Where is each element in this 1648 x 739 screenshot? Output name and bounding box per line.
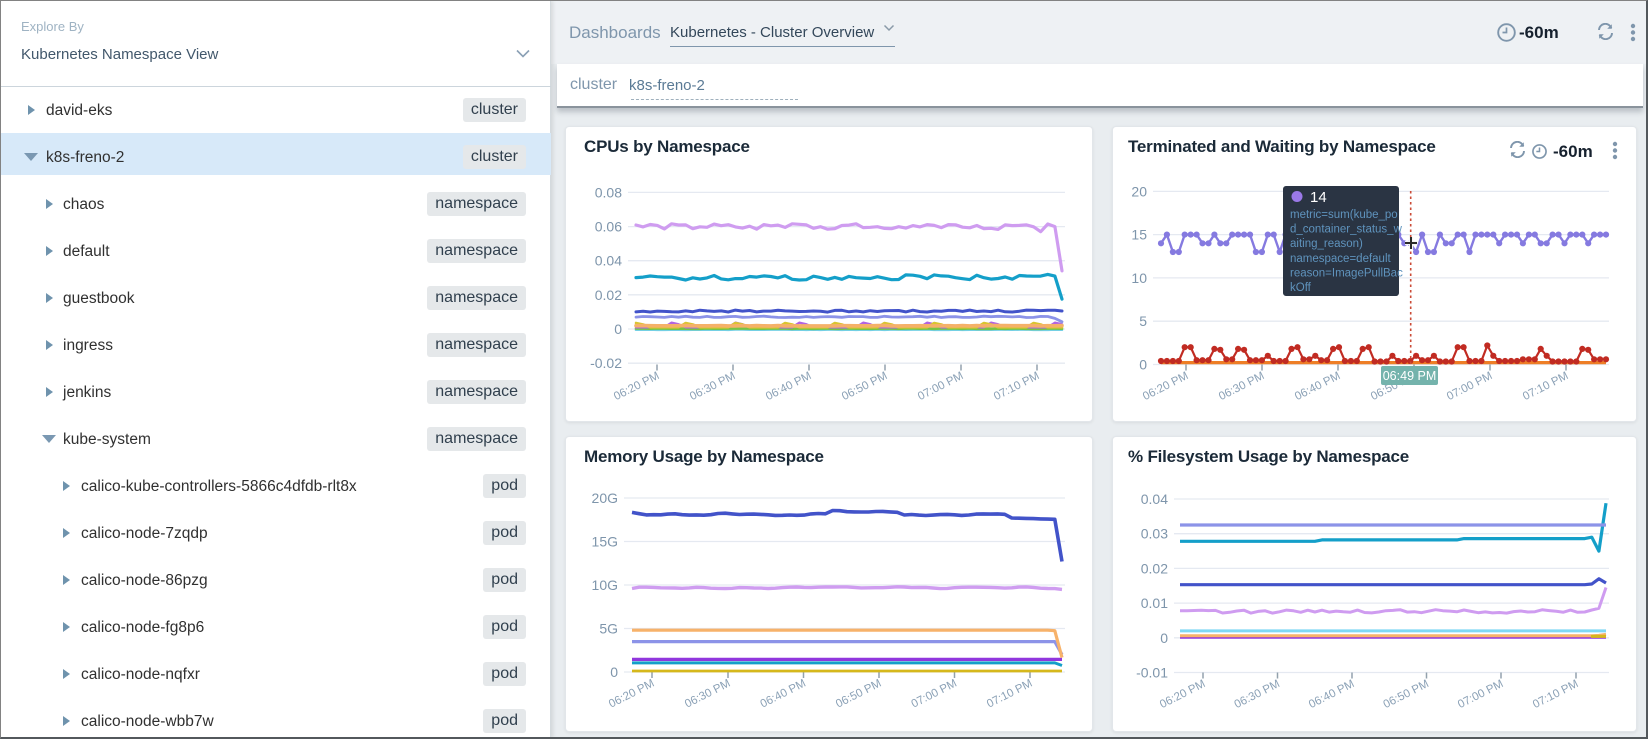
svg-text:0.06: 0.06: [595, 219, 622, 235]
svg-text:-0.01: -0.01: [1136, 665, 1168, 681]
svg-text:0.02: 0.02: [1141, 560, 1168, 576]
svg-text:07:00 PM: 07:00 PM: [916, 370, 965, 403]
svg-text:10G: 10G: [592, 577, 618, 593]
svg-text:0.03: 0.03: [1141, 526, 1168, 542]
svg-text:5G: 5G: [599, 621, 618, 637]
svg-text:07:10 PM: 07:10 PM: [1521, 370, 1570, 403]
svg-text:0: 0: [1160, 630, 1168, 646]
svg-text:15G: 15G: [592, 534, 618, 550]
svg-text:kOff: kOff: [1290, 282, 1312, 294]
svg-text:06:20 PM: 06:20 PM: [1158, 678, 1207, 711]
svg-text:aiting_reason): aiting_reason): [1290, 238, 1363, 250]
svg-text:06:40 PM: 06:40 PM: [764, 370, 813, 403]
svg-text:07:00 PM: 07:00 PM: [910, 677, 959, 710]
svg-text:06:50 PM: 06:50 PM: [1382, 678, 1431, 711]
svg-text:07:00 PM: 07:00 PM: [1445, 370, 1494, 403]
svg-text:20: 20: [1131, 183, 1147, 199]
svg-text:06:40 PM: 06:40 PM: [1307, 678, 1356, 711]
svg-text:15: 15: [1131, 227, 1147, 243]
svg-text:07:10 PM: 07:10 PM: [985, 677, 1034, 710]
svg-text:06:30 PM: 06:30 PM: [1217, 370, 1266, 403]
svg-text:06:30 PM: 06:30 PM: [683, 677, 732, 710]
svg-text:06:49 PM: 06:49 PM: [1383, 369, 1437, 383]
svg-text:06:20 PM: 06:20 PM: [612, 370, 661, 403]
svg-text:07:10 PM: 07:10 PM: [1531, 678, 1580, 711]
svg-text:20G: 20G: [592, 490, 618, 506]
svg-text:metric=sum(kube_po: metric=sum(kube_po: [1290, 209, 1398, 221]
svg-text:06:40 PM: 06:40 PM: [1293, 370, 1342, 403]
svg-text:0: 0: [1139, 357, 1147, 373]
svg-text:06:20 PM: 06:20 PM: [607, 677, 656, 710]
svg-text:07:00 PM: 07:00 PM: [1456, 678, 1505, 711]
svg-text:0.01: 0.01: [1141, 595, 1168, 611]
svg-text:0.08: 0.08: [595, 184, 622, 200]
svg-text:0.02: 0.02: [595, 287, 622, 303]
svg-text:06:40 PM: 06:40 PM: [759, 677, 808, 710]
svg-text:07:10 PM: 07:10 PM: [992, 370, 1041, 403]
svg-text:14: 14: [1310, 189, 1327, 206]
svg-text:reason=ImagePullBac: reason=ImagePullBac: [1290, 267, 1403, 279]
svg-text:5: 5: [1139, 313, 1147, 329]
svg-text:0: 0: [610, 664, 618, 680]
svg-text:namespace=default: namespace=default: [1290, 253, 1392, 265]
svg-text:06:50 PM: 06:50 PM: [840, 370, 889, 403]
svg-text:06:30 PM: 06:30 PM: [688, 370, 737, 403]
svg-text:06:50 PM: 06:50 PM: [834, 677, 883, 710]
svg-text:d_container_status_w: d_container_status_w: [1290, 224, 1403, 236]
svg-text:0.04: 0.04: [595, 253, 622, 269]
svg-text:06:30 PM: 06:30 PM: [1233, 678, 1282, 711]
svg-text:10: 10: [1131, 270, 1147, 286]
svg-text:0.04: 0.04: [1141, 491, 1168, 507]
svg-text:06:20 PM: 06:20 PM: [1141, 370, 1190, 403]
svg-text:0: 0: [614, 321, 622, 337]
svg-text:-0.02: -0.02: [590, 355, 622, 371]
